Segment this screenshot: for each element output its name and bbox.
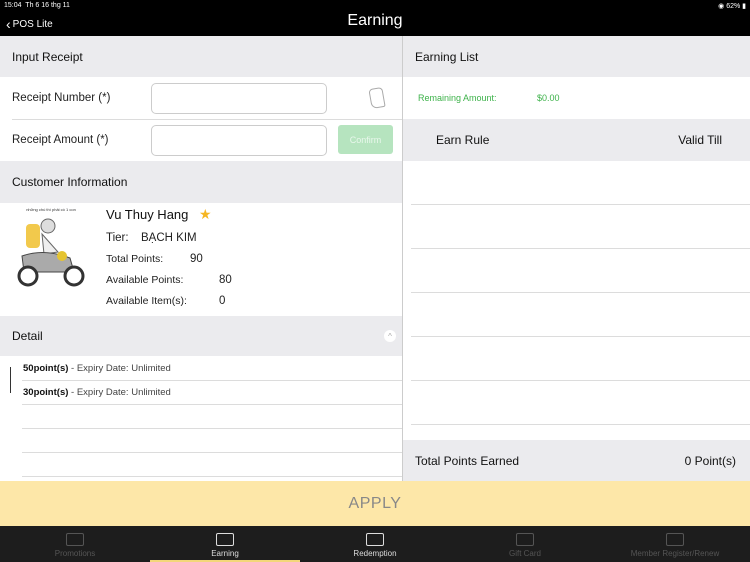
divider	[22, 380, 402, 381]
col-earn-rule: Earn Rule	[436, 133, 490, 147]
tab-bar: Promotions Earning Redemption Gift Card …	[0, 526, 750, 562]
tab-label: Earning	[211, 549, 239, 558]
receipt-number-input[interactable]	[151, 83, 327, 114]
receipt-amount-input[interactable]	[151, 125, 327, 156]
divider	[411, 248, 750, 249]
detail-item: 50point(s) - Expiry Date: Unlimited	[23, 363, 171, 374]
divider	[22, 428, 402, 429]
timeline-line	[10, 367, 11, 393]
available-points-value: 80	[219, 274, 232, 286]
tab-earning[interactable]: Earning	[150, 526, 300, 562]
tier-value: BẠCH KIM	[141, 232, 197, 244]
tab-member-register[interactable]: Member Register/Renew	[600, 526, 750, 562]
apply-button[interactable]: APPLY	[0, 481, 750, 526]
collapse-chevron-icon[interactable]: ^	[384, 330, 396, 342]
divider	[22, 404, 402, 405]
tab-label: Promotions	[54, 549, 96, 558]
divider	[411, 380, 750, 381]
col-valid-till: Valid Till	[678, 133, 722, 147]
remaining-amount-value: $0.00	[537, 93, 560, 103]
detail-title: Detail	[12, 329, 43, 343]
status-battery: ◉ 62% ▮	[718, 3, 746, 10]
tab-label: Gift Card	[508, 549, 541, 558]
tab-label: Member Register/Renew	[630, 549, 720, 558]
tab-gift-card[interactable]: Gift Card	[450, 526, 600, 562]
barcode-scanner-icon[interactable]	[368, 86, 386, 110]
detail-header[interactable]: Detail	[0, 316, 402, 356]
tab-label: Redemption	[353, 549, 397, 558]
customer-info-header: Customer Information	[0, 161, 402, 203]
divider	[22, 452, 402, 453]
input-receipt-header: Input Receipt	[0, 36, 402, 77]
megaphone-icon	[66, 533, 84, 546]
scooter-illustration	[17, 218, 85, 287]
divider	[22, 476, 402, 477]
available-items-value: 0	[219, 295, 226, 307]
gift-card-icon	[516, 533, 534, 546]
total-earned-value: 0 Point(s)	[684, 453, 736, 468]
remaining-amount-label: Remaining Amount:	[418, 93, 497, 103]
total-points-earned-row: Total Points Earned 0 Point(s)	[403, 440, 750, 481]
divider	[12, 119, 402, 120]
tab-promotions[interactable]: Promotions	[0, 526, 150, 562]
divider	[411, 424, 750, 425]
status-time: 15:04 Th 6 16 thg 11	[4, 2, 70, 9]
back-label: POS Lite	[12, 18, 53, 30]
receipt-amount-label: Receipt Amount (*)	[12, 134, 109, 146]
tab-redemption[interactable]: Redemption	[300, 526, 450, 562]
available-points-label: Available Points:	[106, 274, 184, 286]
divider	[411, 336, 750, 337]
top-bar: 15:04 Th 6 16 thg 11 ◉ 62% ▮ Earning ‹ PO…	[0, 0, 750, 36]
member-card-icon	[666, 533, 684, 546]
money-icon	[366, 533, 384, 546]
total-earned-label: Total Points Earned	[415, 453, 520, 468]
divider	[411, 292, 750, 293]
chart-icon	[216, 533, 234, 546]
back-button[interactable]: ‹ POS Lite	[6, 16, 53, 32]
customer-avatar: những chú thì phải có 1 con	[14, 207, 88, 295]
divider	[411, 204, 750, 205]
earning-table-header: Earn Rule Valid Till	[403, 119, 750, 161]
customer-name: Vu Thuy Hang	[106, 207, 189, 222]
panel-divider	[402, 36, 403, 481]
detail-item: 30point(s) - Expiry Date: Unlimited	[23, 387, 171, 398]
available-items-label: Available Item(s):	[106, 295, 187, 307]
chevron-left-icon: ‹	[6, 16, 11, 32]
tier-label: Tier:	[106, 232, 129, 244]
confirm-button[interactable]: Confirm	[338, 125, 393, 154]
star-icon: ★	[199, 206, 212, 222]
page-title: Earning	[347, 12, 403, 29]
total-points-value: 90	[190, 253, 203, 265]
receipt-number-label: Receipt Number (*)	[12, 92, 111, 104]
earning-list-header: Earning List	[403, 36, 750, 77]
total-points-label: Total Points:	[106, 253, 164, 265]
